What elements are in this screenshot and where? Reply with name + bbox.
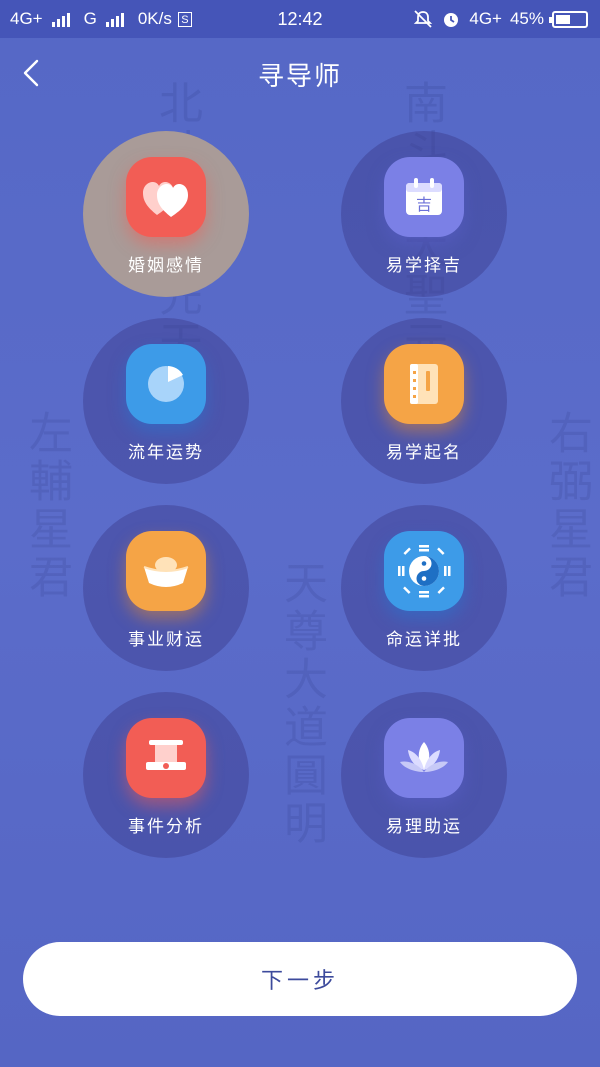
category-tile bbox=[384, 718, 464, 798]
category-item-career-wealth[interactable]: 事业财运 bbox=[83, 505, 249, 671]
category-tile bbox=[384, 344, 464, 424]
category-tile: 吉 bbox=[384, 157, 464, 237]
next-step-label: 下一步 bbox=[260, 969, 339, 994]
category-item-luck-boost[interactable]: 易理助运 bbox=[341, 692, 507, 858]
category-tile bbox=[384, 531, 464, 611]
category-item-annual-fortune[interactable]: 流年运势 bbox=[83, 318, 249, 484]
lotus-icon bbox=[400, 742, 448, 772]
category-label: 婚姻感情 bbox=[128, 256, 204, 276]
category-tile bbox=[126, 531, 206, 611]
category-tile bbox=[126, 344, 206, 424]
category-label: 易理助运 bbox=[386, 817, 462, 837]
pie-clock-icon bbox=[148, 366, 184, 402]
category-item-destiny[interactable]: 命运详批 bbox=[341, 505, 507, 671]
category-tile bbox=[126, 718, 206, 798]
book-icon bbox=[410, 364, 438, 404]
category-label: 流年运势 bbox=[128, 443, 204, 463]
official-hat-icon bbox=[146, 740, 186, 770]
gold-ingot-icon bbox=[143, 557, 189, 587]
category-label: 命运详批 bbox=[386, 630, 462, 650]
category-label: 事件分析 bbox=[128, 817, 204, 837]
category-item-naming[interactable]: 易学起名 bbox=[341, 318, 507, 484]
bagua-icon bbox=[398, 545, 451, 598]
category-label: 易学起名 bbox=[386, 443, 462, 463]
category-tile bbox=[126, 157, 206, 237]
svg-text:吉: 吉 bbox=[416, 195, 432, 214]
hearts-icon bbox=[143, 182, 188, 217]
category-label: 易学择吉 bbox=[386, 256, 462, 276]
calendar-icon: 吉 bbox=[406, 178, 442, 215]
category-item-date-selection[interactable]: 吉 易学择吉 bbox=[341, 131, 507, 297]
next-step-button[interactable]: 下一步 bbox=[23, 942, 577, 1016]
category-grid: 婚姻感情 吉 易学择吉 流年运势 易学起名 事业财运 命运详批 事件分析 易理助… bbox=[0, 0, 600, 900]
category-item-marriage[interactable]: 婚姻感情 bbox=[83, 131, 249, 297]
category-label: 事业财运 bbox=[128, 630, 204, 650]
category-item-event-analysis[interactable]: 事件分析 bbox=[83, 692, 249, 858]
